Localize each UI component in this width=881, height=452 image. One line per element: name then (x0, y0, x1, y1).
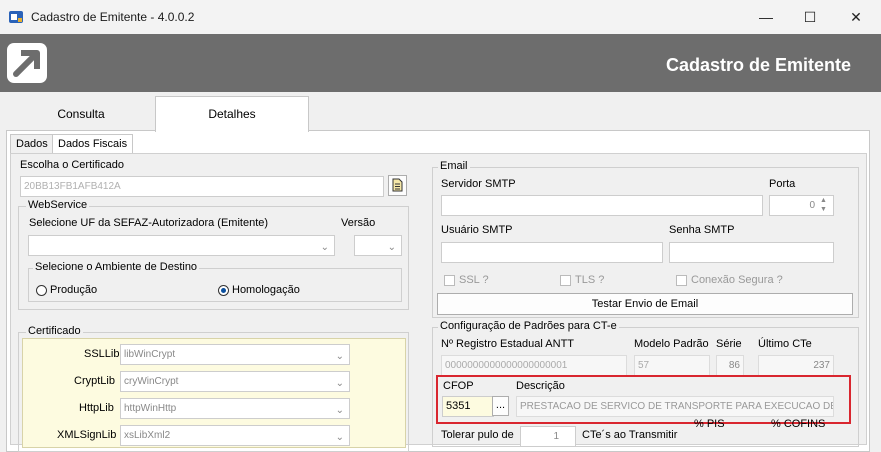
testar-envio-button[interactable]: Testar Envio de Email (437, 293, 853, 315)
certificado-group-caption: Certificado (26, 325, 83, 337)
xmlsignlib-select[interactable]: xsLibXml2 ⌄ (120, 425, 350, 446)
webservice-caption: WebService (26, 199, 90, 211)
usuario-smtp-label: Usuário SMTP (441, 224, 513, 236)
browse-certificate-icon[interactable] (388, 175, 407, 196)
subtab-dados-fiscais[interactable]: Dados Fiscais (52, 134, 134, 155)
cte-caption: Configuração de Padrões para CT-e (438, 320, 619, 332)
tolerar-input[interactable]: 1 (520, 426, 576, 447)
serie-input[interactable]: 86 (716, 355, 744, 376)
uf-label: Selecione UF da SEFAZ-Autorizadora (Emit… (29, 217, 269, 229)
window-title: Cadastro de Emitente - 4.0.0.2 (31, 10, 195, 24)
ambiente-caption: Selecione o Ambiente de Destino (33, 261, 200, 273)
subtab-dados[interactable]: Dados (10, 134, 54, 155)
tab-consulta[interactable]: Consulta (8, 97, 154, 131)
ssl-checkbox[interactable] (444, 275, 455, 286)
producao-label: Produção (50, 284, 98, 296)
certificado-label: Escolha o Certificado (20, 159, 124, 171)
descricao-input[interactable]: PRESTACAO DE SERVICO DE TRANSPORTE PARA … (516, 396, 834, 417)
close-icon[interactable]: ✕ (833, 0, 879, 34)
senha-smtp-input[interactable] (669, 242, 834, 263)
cfop-search-button[interactable]: ... (492, 396, 509, 416)
descricao-label: Descrição (516, 380, 565, 392)
app-icon (9, 11, 23, 23)
chevron-down-icon: ⌄ (320, 242, 329, 253)
tab-detalhes[interactable]: Detalhes (155, 96, 309, 132)
conexao-segura-label: Conexão Segura ? (691, 274, 783, 286)
tls-label: TLS ? (575, 274, 605, 286)
certificado-input[interactable]: 20BB13FB1AFB412A (20, 176, 384, 197)
ssl-label: SSL ? (459, 274, 489, 286)
usuario-smtp-input[interactable] (441, 242, 663, 263)
ssllib-select[interactable]: libWinCrypt ⌄ (120, 344, 350, 365)
chevron-down-icon: ⌄ (335, 351, 344, 362)
chevron-down-icon: ⌄ (335, 432, 344, 443)
cofins-label: % COFINS (771, 418, 826, 430)
servidor-smtp-label: Servidor SMTP (441, 178, 516, 190)
cfop-input[interactable]: 5351 (442, 396, 494, 417)
cfop-label: CFOP (443, 380, 474, 392)
maximize-icon[interactable]: ☐ (787, 0, 833, 34)
ultimo-cte-label: Último CTe (758, 338, 812, 350)
chevron-down-icon: ⌄ (335, 405, 344, 416)
pis-label: % PIS (694, 418, 725, 430)
ctes-transmitir-label: CTe´s ao Transmitir (582, 429, 678, 441)
servidor-smtp-input[interactable] (441, 195, 763, 216)
antt-input[interactable]: 0000000000000000000001 (441, 355, 627, 376)
cryptlib-label: CryptLib (74, 375, 115, 387)
versao-label: Versão (341, 217, 376, 229)
versao-select[interactable]: ⌄ (354, 235, 402, 256)
porta-label: Porta (769, 178, 796, 190)
serie-label: Série (716, 338, 742, 350)
modelo-input[interactable]: 57 (634, 355, 710, 376)
homologacao-label: Homologação (232, 284, 300, 296)
tolerar-label: Tolerar pulo de (441, 429, 514, 441)
cryptlib-select[interactable]: cryWinCrypt ⌄ (120, 371, 350, 392)
chevron-down-icon: ⌄ (387, 242, 396, 253)
tls-checkbox[interactable] (560, 275, 571, 286)
chevron-down-icon: ⌄ (335, 378, 344, 389)
header-title: Cadastro de Emitente (665, 55, 851, 75)
email-caption: Email (438, 160, 470, 172)
senha-smtp-label: Senha SMTP (669, 224, 735, 236)
minimize-icon[interactable]: — (743, 0, 789, 34)
uf-select[interactable]: ⌄ (28, 235, 335, 256)
conexao-segura-checkbox[interactable] (676, 275, 687, 286)
ultimo-cte-input[interactable]: 237 (758, 355, 834, 376)
xmlsignlib-label: XMLSignLib (57, 429, 117, 441)
logo-icon (7, 43, 47, 83)
homologacao-radio[interactable] (218, 285, 229, 296)
httplib-select[interactable]: httpWinHttp ⌄ (120, 398, 350, 419)
antt-label: Nº Registro Estadual ANTT (441, 338, 575, 350)
ssllib-label: SSLLib (84, 348, 120, 360)
producao-radio[interactable] (36, 285, 47, 296)
httplib-label: HttpLib (79, 402, 114, 414)
modelo-label: Modelo Padrão (634, 338, 709, 350)
porta-spinner-icon[interactable]: ▲ ▼ (820, 196, 827, 214)
